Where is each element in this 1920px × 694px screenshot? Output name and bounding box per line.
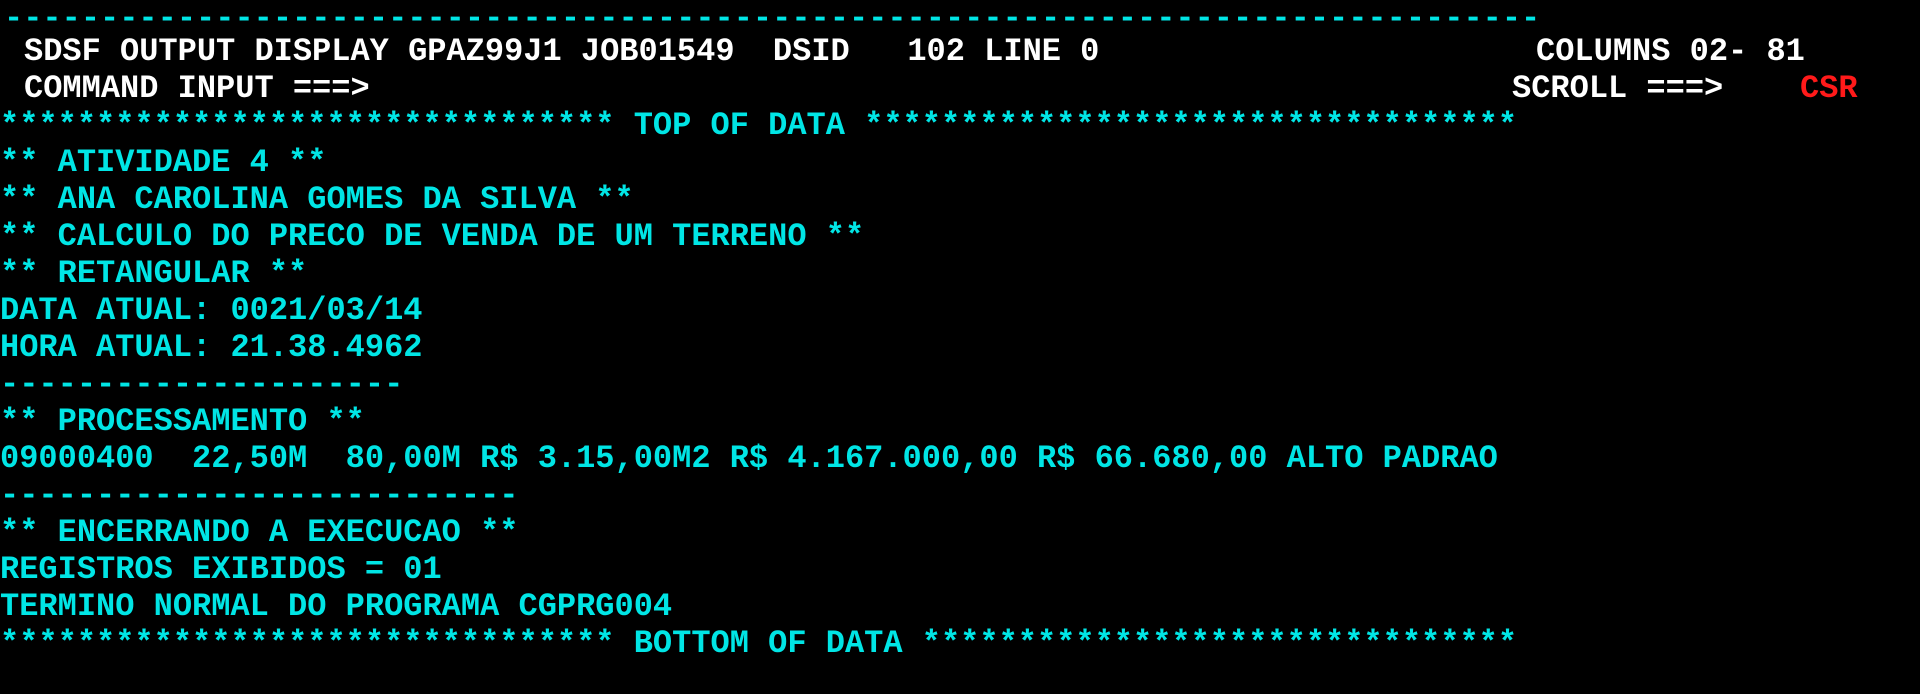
output-line: ** ENCERRANDO A EXECUCAO ** [0,514,519,551]
command-input-field[interactable] [470,70,1500,107]
top-rule: ----------------------------------------… [4,0,1541,37]
bottom-of-data-marker: ******************************** BOTTOM … [0,625,1518,662]
columns-indicator: COLUMNS 02- 81 [1536,33,1805,70]
output-line: HORA ATUAL: 21.38.4962 [0,329,423,366]
output-line: TERMINO NORMAL DO PROGRAMA CGPRG004 [0,588,673,625]
output-line: ** RETANGULAR ** [0,255,308,292]
output-line: --------------------------- [0,477,519,514]
scroll-amount-field[interactable]: CSR [1800,70,1858,107]
output-line: ** PROCESSAMENTO ** [0,403,365,440]
output-line: ** ANA CAROLINA GOMES DA SILVA ** [0,181,634,218]
panel-title: SDSF OUTPUT DISPLAY GPAZ99J1 JOB01549 DS… [24,33,1100,70]
output-line: --------------------- [0,366,404,403]
terminal-screen: ----------------------------------------… [0,0,1920,694]
output-line: ** ATIVIDADE 4 ** [0,144,327,181]
output-line: 09000400 22,50M 80,00M R$ 3.15,00M2 R$ 4… [0,440,1498,477]
scroll-label: SCROLL ===> [1512,70,1724,107]
title-row: SDSF OUTPUT DISPLAY GPAZ99J1 JOB01549 DS… [0,33,1920,70]
output-line: ** CALCULO DO PRECO DE VENDA DE UM TERRE… [0,218,865,255]
output-line: DATA ATUAL: 0021/03/14 [0,292,423,329]
command-input-label: COMMAND INPUT ===> [24,70,370,107]
command-row: COMMAND INPUT ===> SCROLL ===> CSR [0,70,1920,107]
output-line: REGISTROS EXIBIDOS = 01 [0,551,442,588]
top-of-data-marker: ******************************** TOP OF … [0,107,1518,144]
